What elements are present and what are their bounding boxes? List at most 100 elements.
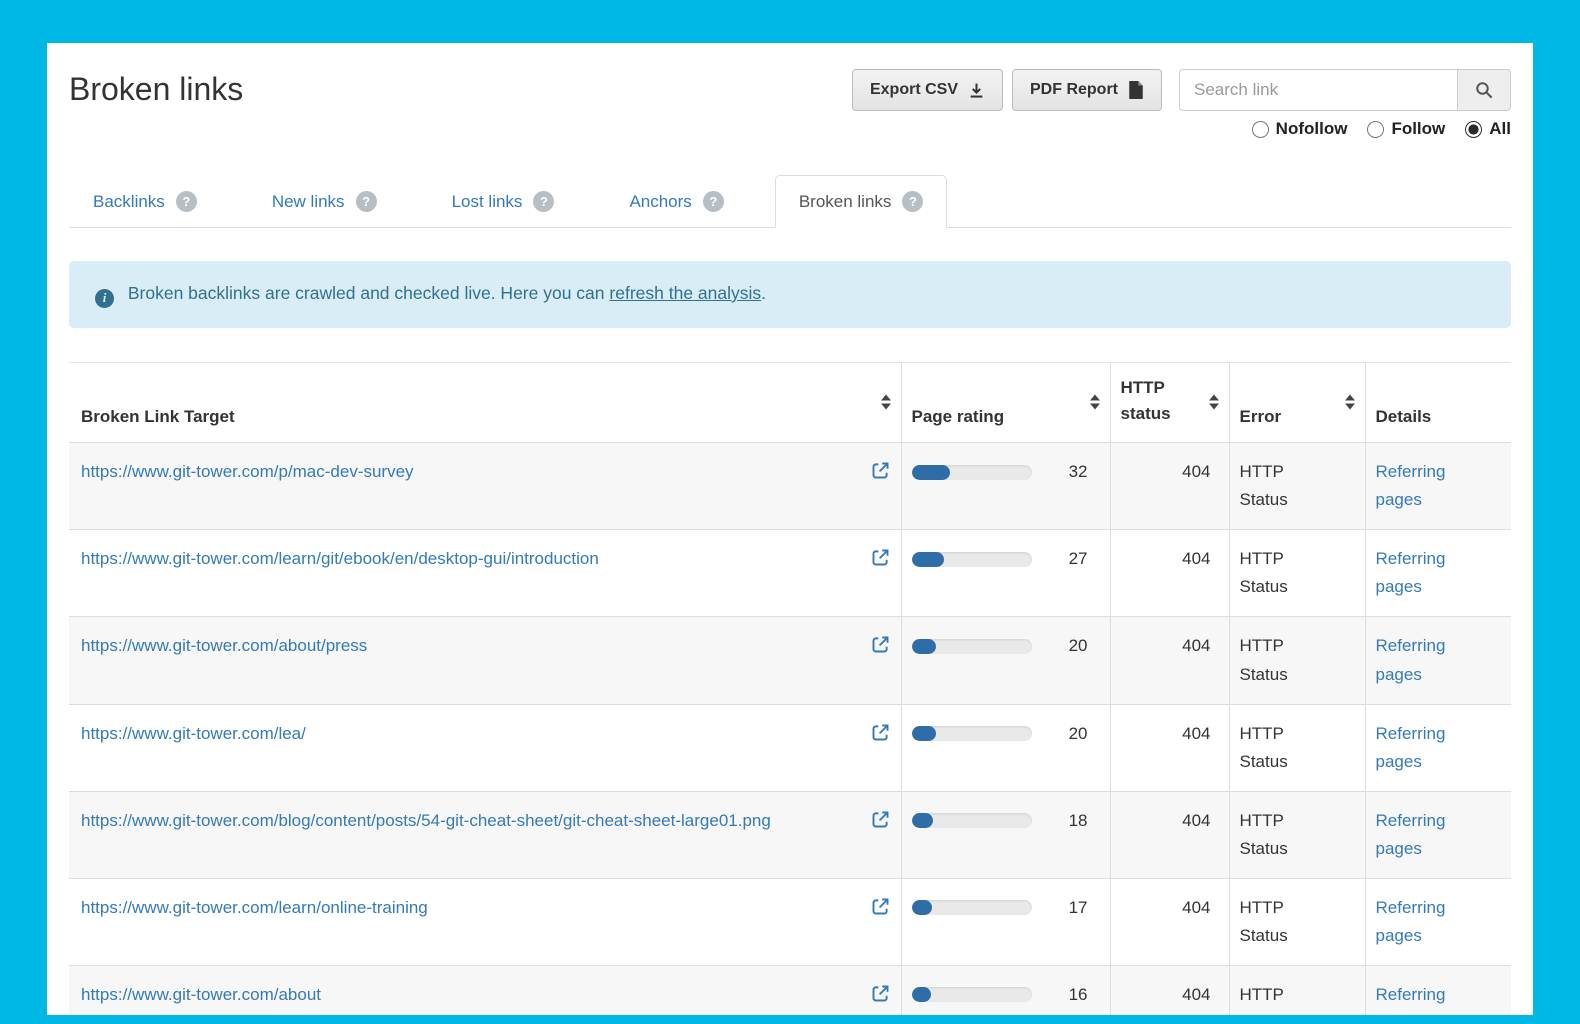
error-cell: HTTP Status [1229, 965, 1365, 1015]
help-icon[interactable]: ? [533, 191, 554, 212]
info-banner: i Broken backlinks are crawled and check… [69, 261, 1511, 328]
broken-link-url[interactable]: https://www.git-tower.com/about/press [81, 636, 367, 655]
error-cell: HTTP Status [1229, 704, 1365, 791]
page-rating-bar-fill [912, 552, 944, 567]
info-icon: i [95, 289, 114, 308]
radio-nofollow[interactable] [1252, 121, 1269, 138]
radio-all[interactable] [1465, 121, 1482, 138]
broken-links-table: Broken Link Target Page rating HTTP stat… [69, 362, 1511, 1015]
column-header-http-status[interactable]: HTTP status [1110, 362, 1229, 443]
magnifier-icon [1475, 81, 1494, 100]
broken-link-url[interactable]: https://www.git-tower.com/p/mac-dev-surv… [81, 462, 414, 481]
external-link-icon[interactable] [870, 547, 891, 568]
broken-link-cell: https://www.git-tower.com/about [69, 965, 901, 1015]
external-link-icon[interactable] [870, 983, 891, 1004]
referring-pages-link[interactable]: Referring pages [1376, 720, 1446, 776]
details-cell: Referring pages [1365, 965, 1511, 1015]
http-status-cell: 404 [1110, 878, 1229, 965]
broken-link-cell: https://www.git-tower.com/about/press [69, 617, 901, 704]
details-cell: Referring pages [1365, 617, 1511, 704]
page-title: Broken links [69, 69, 243, 109]
referring-pages-link[interactable]: Referring pages [1376, 894, 1446, 950]
page-rating-value: 17 [1069, 894, 1088, 922]
details-cell: Referring pages [1365, 443, 1511, 530]
page-rating-bar [912, 987, 1032, 1002]
filter-all[interactable]: All [1465, 119, 1511, 139]
broken-link-url[interactable]: https://www.git-tower.com/learn/git/eboo… [81, 549, 599, 568]
filter-all-label: All [1489, 119, 1511, 139]
page-rating-bar [912, 900, 1032, 915]
sort-arrows-icon[interactable] [1090, 395, 1100, 410]
page-rating-value: 32 [1069, 458, 1088, 486]
column-header-page-rating[interactable]: Page rating [901, 362, 1110, 443]
page-rating-cell: 20 [901, 704, 1110, 791]
tab-new-links[interactable]: New links ? [248, 175, 401, 228]
page-rating-bar [912, 465, 1032, 480]
details-cell: Referring pages [1365, 530, 1511, 617]
document-icon [1128, 81, 1144, 99]
page-rating-cell: 20 [901, 617, 1110, 704]
tab-backlinks[interactable]: Backlinks ? [69, 175, 221, 228]
search-input[interactable] [1179, 69, 1457, 111]
referring-pages-link[interactable]: Referring pages [1376, 981, 1446, 1015]
page-rating-bar [912, 813, 1032, 828]
help-icon[interactable]: ? [703, 191, 724, 212]
tab-broken-links-label: Broken links [799, 192, 892, 212]
http-status-cell: 404 [1110, 791, 1229, 878]
tab-backlinks-label: Backlinks [93, 192, 165, 212]
sort-arrows-icon[interactable] [881, 395, 891, 410]
filter-nofollow[interactable]: Nofollow [1252, 119, 1348, 139]
details-cell: Referring pages [1365, 704, 1511, 791]
search-group [1179, 69, 1511, 111]
page-rating-bar-fill [912, 726, 936, 741]
page-rating-bar-fill [912, 900, 932, 915]
tab-lost-links[interactable]: Lost links ? [428, 175, 579, 228]
page-rating-bar [912, 726, 1032, 741]
refresh-analysis-link[interactable]: refresh the analysis [609, 283, 761, 303]
broken-link-url[interactable]: https://www.git-tower.com/lea/ [81, 724, 306, 743]
external-link-icon[interactable] [870, 809, 891, 830]
external-link-icon[interactable] [870, 722, 891, 743]
table-header-row: Broken Link Target Page rating HTTP stat… [69, 362, 1511, 443]
tab-anchors[interactable]: Anchors ? [605, 175, 747, 228]
sort-arrows-icon[interactable] [1345, 395, 1355, 410]
radio-follow[interactable] [1367, 121, 1384, 138]
help-icon[interactable]: ? [356, 191, 377, 212]
main-card: Broken links Export CSV PDF Report [47, 43, 1533, 1015]
broken-link-url[interactable]: https://www.git-tower.com/blog/content/p… [81, 811, 771, 830]
search-button[interactable] [1457, 69, 1511, 111]
table-row: https://www.git-tower.com/about 16 404 H… [69, 965, 1511, 1015]
column-header-broken-link-target[interactable]: Broken Link Target [69, 362, 901, 443]
broken-link-cell: https://www.git-tower.com/lea/ [69, 704, 901, 791]
referring-pages-link[interactable]: Referring pages [1376, 807, 1446, 863]
table-row: https://www.git-tower.com/p/mac-dev-surv… [69, 443, 1511, 530]
table-row: https://www.git-tower.com/blog/content/p… [69, 791, 1511, 878]
page-rating-bar-fill [912, 813, 934, 828]
pdf-report-button[interactable]: PDF Report [1012, 69, 1162, 111]
referring-pages-link[interactable]: Referring pages [1376, 545, 1446, 601]
referring-pages-link[interactable]: Referring pages [1376, 632, 1446, 688]
export-csv-button[interactable]: Export CSV [852, 69, 1003, 111]
broken-link-cell: https://www.git-tower.com/learn/online-t… [69, 878, 901, 965]
header-actions: Export CSV PDF Report [852, 69, 1511, 111]
banner-suffix: . [761, 283, 766, 303]
referring-pages-link[interactable]: Referring pages [1376, 458, 1446, 514]
page-rating-value: 20 [1069, 632, 1088, 660]
column-header-error[interactable]: Error [1229, 362, 1365, 443]
page-rating-value: 20 [1069, 720, 1088, 748]
broken-link-url[interactable]: https://www.git-tower.com/about [81, 985, 321, 1004]
broken-link-url[interactable]: https://www.git-tower.com/learn/online-t… [81, 898, 428, 917]
help-icon[interactable]: ? [176, 191, 197, 212]
error-cell: HTTP Status [1229, 617, 1365, 704]
external-link-icon[interactable] [870, 896, 891, 917]
external-link-icon[interactable] [870, 634, 891, 655]
sort-arrows-icon[interactable] [1209, 395, 1219, 410]
broken-link-cell: https://www.git-tower.com/blog/content/p… [69, 791, 901, 878]
help-icon[interactable]: ? [902, 191, 923, 212]
http-status-cell: 404 [1110, 704, 1229, 791]
external-link-icon[interactable] [870, 460, 891, 481]
filter-follow[interactable]: Follow [1367, 119, 1445, 139]
error-cell: HTTP Status [1229, 530, 1365, 617]
table-row: https://www.git-tower.com/learn/git/eboo… [69, 530, 1511, 617]
tab-broken-links[interactable]: Broken links ? [775, 175, 948, 228]
